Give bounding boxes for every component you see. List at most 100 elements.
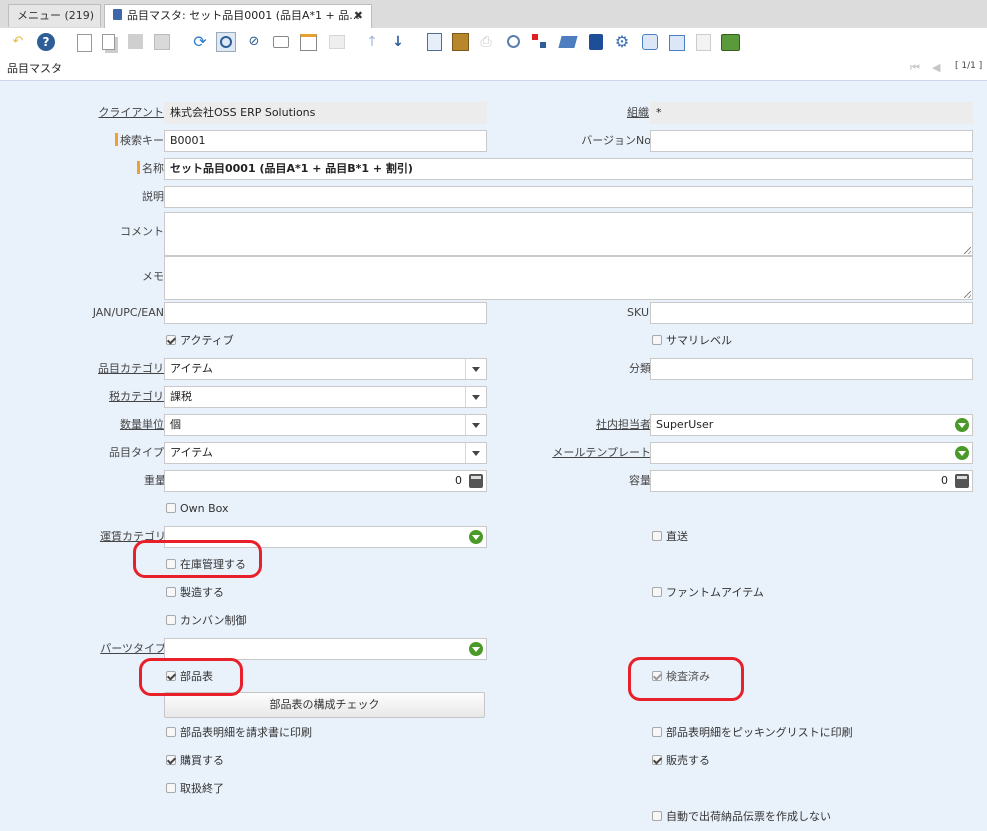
description-field[interactable] <box>164 186 973 208</box>
quick-entry-icon[interactable] <box>720 32 740 52</box>
client-label: クライアント <box>98 106 164 119</box>
first-record-icon[interactable]: ⏮ <box>910 61 920 75</box>
workflow-icon[interactable] <box>530 32 550 52</box>
print-detail-invoice-label: 部品表明細を請求書に印刷 <box>180 726 312 739</box>
attachment-icon[interactable]: ⊘ <box>244 32 264 52</box>
active-checkbox[interactable]: アクティブ <box>166 334 234 348</box>
upc-field[interactable] <box>164 302 487 324</box>
print-detail-picklist-checkbox[interactable]: 部品表明細をピッキングリストに印刷 <box>652 726 853 740</box>
process-icon[interactable]: ⚙ <box>612 32 632 52</box>
customize-icon[interactable] <box>694 32 714 52</box>
print-detail-invoice-checkbox[interactable]: 部品表明細を請求書に印刷 <box>166 726 312 740</box>
part-type-field[interactable] <box>164 638 487 660</box>
no-auto-shipment-label: 自動で出荷納品伝票を作成しない <box>666 810 831 823</box>
search-green-arrow-icon[interactable] <box>954 445 970 461</box>
classification-field[interactable] <box>650 358 973 380</box>
kanban-label: カンバン制御 <box>180 614 247 627</box>
product-category-value: アイテム <box>170 362 213 375</box>
next-icon[interactable]: ↓ <box>388 32 408 52</box>
memo-label: メモ <box>142 270 164 283</box>
search-key-label-text: 検索キー <box>120 134 164 147</box>
previous-icon[interactable]: ↑ <box>362 32 382 52</box>
refresh-icon[interactable]: ⟳ <box>190 32 210 52</box>
resize-handle-icon[interactable] <box>964 247 971 254</box>
uom-select[interactable]: 個 <box>164 414 487 436</box>
tax-category-select[interactable]: 課税 <box>164 386 487 408</box>
sku-field[interactable] <box>650 302 973 324</box>
purchased-label: 購買する <box>180 754 224 767</box>
tab-product-master[interactable]: 品目マスタ: セット品目0001 (品目A*1 + 品... ✖ <box>104 4 372 29</box>
part-type-label: パーツタイプ <box>100 642 166 655</box>
previous-record-icon[interactable]: ◀ <box>932 61 940 74</box>
name-field[interactable]: セット品目0001 (品目A*1 + 品目B*1 + 割引) <box>164 158 973 180</box>
no-auto-shipment-checkbox[interactable]: 自動で出荷納品伝票を作成しない <box>652 810 831 824</box>
version-no-label: バージョンNo <box>581 134 651 147</box>
calculator-icon[interactable] <box>469 474 483 488</box>
own-box-checkbox[interactable]: Own Box <box>166 502 229 516</box>
new-icon[interactable] <box>74 32 94 52</box>
tab-menu[interactable]: メニュー (219) <box>8 4 101 27</box>
history-icon[interactable] <box>326 32 346 52</box>
chevron-down-icon[interactable] <box>465 443 486 463</box>
search-green-arrow-icon[interactable] <box>468 529 484 545</box>
request-icon[interactable] <box>558 32 578 52</box>
help-icon[interactable]: ? <box>36 32 56 52</box>
search-green-arrow-icon[interactable] <box>954 417 970 433</box>
drop-ship-checkbox[interactable]: 直送 <box>652 530 688 544</box>
print-icon[interactable]: ⎙ <box>476 32 496 52</box>
archive-icon[interactable] <box>450 32 470 52</box>
phantom-label: ファントムアイテム <box>666 586 764 599</box>
checkbox-icon <box>652 811 662 821</box>
calculator-icon[interactable] <box>955 474 969 488</box>
memo-field[interactable] <box>164 256 973 300</box>
search-key-label: 検索キー <box>40 131 164 151</box>
product-type-select[interactable]: アイテム <box>164 442 487 464</box>
comment-field[interactable] <box>164 212 973 256</box>
classification-label: 分類 <box>629 362 651 375</box>
import-icon[interactable] <box>666 32 686 52</box>
manufactured-checkbox[interactable]: 製造する <box>166 586 224 600</box>
zoom-across-icon[interactable] <box>504 32 524 52</box>
search-green-arrow-icon[interactable] <box>468 641 484 657</box>
resize-handle-icon[interactable] <box>964 291 971 298</box>
kanban-checkbox[interactable]: カンバン制御 <box>166 614 247 628</box>
sold-label: 販売する <box>666 754 710 767</box>
save-icon[interactable] <box>126 32 146 52</box>
undo-icon[interactable]: ↶ <box>8 32 28 52</box>
volume-field[interactable]: 0 <box>650 470 973 492</box>
client-field[interactable]: 株式会社OSS ERP Solutions <box>164 102 487 124</box>
sold-checkbox[interactable]: 販売する <box>652 754 710 768</box>
search-key-field[interactable]: B0001 <box>164 130 487 152</box>
checkbox-icon <box>166 503 176 513</box>
chevron-down-icon[interactable] <box>465 415 486 435</box>
sales-rep-field[interactable]: SuperUser <box>650 414 973 436</box>
checkbox-icon <box>652 587 662 597</box>
product-category-select[interactable]: アイテム <box>164 358 487 380</box>
weight-label: 重量 <box>144 474 166 487</box>
product-info-icon[interactable] <box>586 32 606 52</box>
weight-field[interactable]: 0 <box>164 470 487 492</box>
version-no-field[interactable] <box>650 130 973 152</box>
copy-icon[interactable] <box>100 32 120 52</box>
grid-toggle-icon[interactable] <box>298 32 318 52</box>
close-icon[interactable]: ✖ <box>354 5 363 27</box>
checkbox-icon <box>166 783 176 793</box>
purchased-checkbox[interactable]: 購買する <box>166 754 224 768</box>
chevron-down-icon[interactable] <box>465 387 486 407</box>
chevron-down-icon[interactable] <box>465 359 486 379</box>
window-title: 品目マスタ <box>7 62 62 75</box>
summary-level-checkbox[interactable]: サマリレベル <box>652 334 732 348</box>
mail-template-field[interactable] <box>650 442 973 464</box>
discontinued-checkbox[interactable]: 取扱終了 <box>166 782 224 796</box>
active-label: アクティブ <box>180 334 234 347</box>
export-icon[interactable] <box>640 32 660 52</box>
chat-icon[interactable] <box>270 32 290 52</box>
report-icon[interactable] <box>424 32 444 52</box>
delete-icon[interactable] <box>152 32 172 52</box>
phantom-checkbox[interactable]: ファントムアイテム <box>652 586 764 600</box>
highlight-bom <box>139 658 243 696</box>
checkbox-icon <box>652 531 662 541</box>
find-icon[interactable] <box>216 32 236 52</box>
org-field[interactable]: * <box>650 102 973 124</box>
manufactured-label: 製造する <box>180 586 224 599</box>
